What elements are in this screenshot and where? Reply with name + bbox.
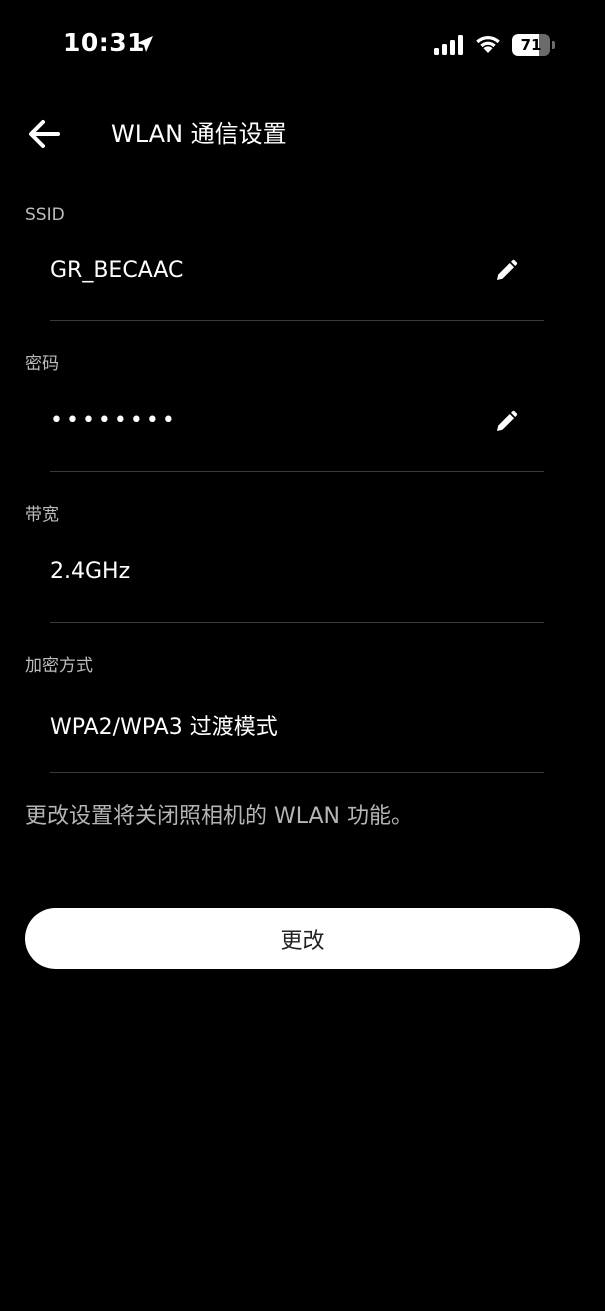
battery-level: 71: [520, 36, 542, 54]
encryption-divider: [50, 772, 544, 773]
wifi-icon: [476, 35, 500, 53]
ssid-divider: [50, 320, 544, 321]
notice-text: 更改设置将关闭照相机的 WLAN 功能。: [25, 804, 414, 829]
ssid-value: GR_BECAAC: [50, 258, 184, 283]
password-label: 密码: [25, 354, 59, 374]
password-divider: [50, 471, 544, 472]
back-button[interactable]: [24, 114, 64, 154]
edit-password-pencil-icon[interactable]: [494, 410, 518, 434]
change-button[interactable]: 更改: [25, 908, 580, 969]
page-title: WLAN 通信设置: [111, 120, 287, 148]
password-value: ••••••••: [50, 408, 178, 433]
ssid-label: SSID: [25, 205, 65, 225]
location-arrow-icon: [137, 36, 153, 52]
cellular-signal-icon: [434, 35, 463, 55]
edit-ssid-pencil-icon[interactable]: [494, 259, 518, 283]
arrow-left-icon: [29, 120, 60, 148]
status-bar: 10:31 71: [0, 0, 605, 90]
battery-icon: 71: [512, 34, 556, 56]
status-time: 10:31: [63, 28, 146, 57]
bandwidth-label: 带宽: [25, 505, 59, 525]
bandwidth-divider: [50, 622, 544, 623]
encryption-value: WPA2/WPA3 过渡模式: [50, 715, 278, 740]
bandwidth-value: 2.4GHz: [50, 559, 131, 584]
encryption-label: 加密方式: [25, 656, 93, 676]
